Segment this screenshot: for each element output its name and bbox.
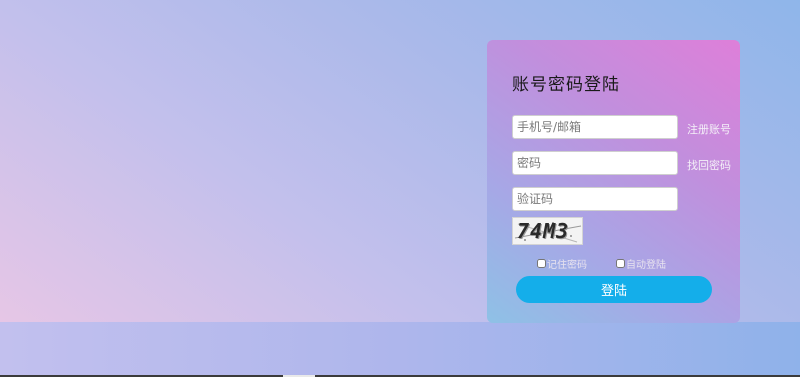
remember-password-label: 记住密码 <box>547 260 587 271</box>
bottom-band <box>0 322 800 377</box>
captcha-text: 74M3 <box>517 219 570 243</box>
auto-login-option[interactable]: 自动登陆 <box>616 256 666 271</box>
login-title: 账号密码登陆 <box>512 75 620 95</box>
captcha-input[interactable] <box>512 187 678 211</box>
login-button[interactable]: 登陆 <box>516 276 712 303</box>
page: 账号密码登陆 注册账号 找回密码 74M3 记住密码 自动登陆 登陆 <box>0 0 800 377</box>
phone-email-input[interactable] <box>512 115 678 139</box>
captcha-image[interactable]: 74M3 <box>512 217 583 245</box>
auto-login-checkbox[interactable] <box>616 259 625 268</box>
password-input[interactable] <box>512 151 678 175</box>
remember-password-option[interactable]: 记住密码 <box>537 256 587 271</box>
remember-password-checkbox[interactable] <box>537 259 546 268</box>
auto-login-label: 自动登陆 <box>626 260 666 271</box>
forgot-password-link[interactable]: 找回密码 <box>687 157 731 173</box>
login-card: 账号密码登陆 注册账号 找回密码 74M3 记住密码 自动登陆 登陆 <box>487 40 740 323</box>
register-link[interactable]: 注册账号 <box>687 121 731 137</box>
